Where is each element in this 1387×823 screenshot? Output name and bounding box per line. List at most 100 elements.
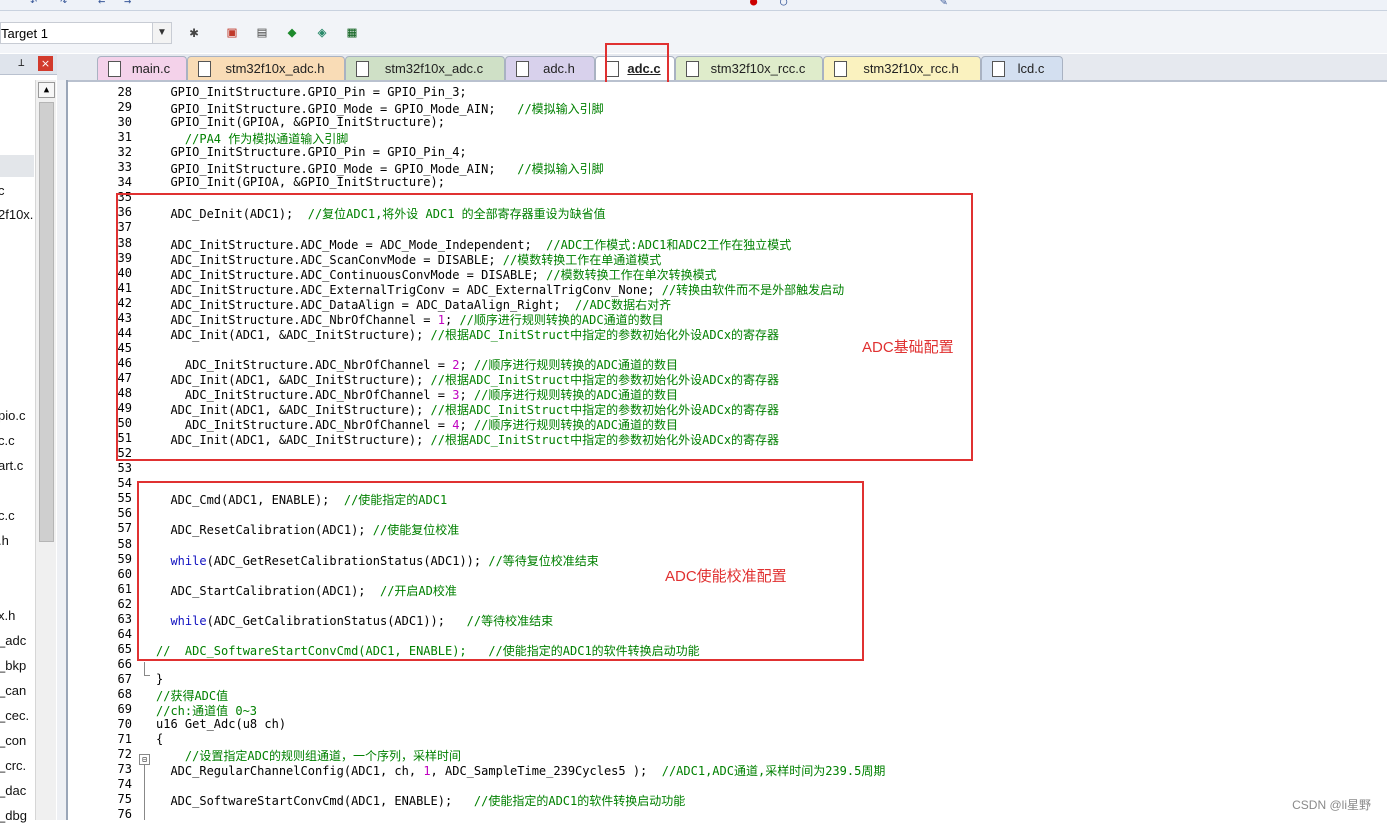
line-number: 28 bbox=[117, 85, 132, 99]
project-item[interactable]: _dbg bbox=[0, 808, 27, 823]
project-item[interactable]: c.c bbox=[0, 508, 15, 523]
code-line[interactable]: u16 Get_Adc(u8 ch) bbox=[156, 717, 286, 731]
line-number: 54 bbox=[117, 476, 132, 491]
tab-label: stm32f10x_rcc.c bbox=[710, 61, 806, 76]
pack-icon[interactable]: ◈ bbox=[312, 22, 332, 42]
line-number: 73 bbox=[117, 762, 132, 777]
project-item[interactable]: art.c bbox=[0, 458, 23, 473]
line-number: 57 bbox=[117, 521, 132, 536]
enable-calib-annotation: ADC使能校准配置 bbox=[665, 568, 787, 585]
basic-config-annotation: ADC基础配置 bbox=[862, 339, 954, 356]
main-toolbar: ↶ ↷ ← → ● ○ ✎ bbox=[0, 0, 1387, 11]
tab-stm32f10x-adc-h[interactable]: stm32f10x_adc.h bbox=[187, 56, 345, 80]
line-number: 34 bbox=[117, 175, 132, 190]
line-number: 59 bbox=[117, 551, 132, 566]
active-tab-highlight-box bbox=[605, 43, 669, 85]
code-line[interactable]: GPIO_InitStructure.GPIO_Pin = GPIO_Pin_4… bbox=[156, 145, 466, 159]
code-line[interactable]: } bbox=[156, 672, 163, 686]
line-number: 56 bbox=[117, 506, 132, 521]
tab-label: adc.h bbox=[543, 61, 575, 76]
line-number: 53 bbox=[117, 461, 132, 476]
project-item[interactable]: _adc bbox=[0, 633, 26, 648]
fold-end-marker bbox=[144, 675, 150, 676]
target-select[interactable]: Target 1 ▼ bbox=[0, 22, 172, 44]
line-number: 30 bbox=[117, 115, 132, 130]
line-number: 60 bbox=[117, 566, 132, 581]
forward-icon[interactable]: → bbox=[124, 0, 138, 8]
tab-stm32f10x-rcc-h[interactable]: stm32f10x_rcc.h bbox=[823, 56, 981, 80]
line-number: 74 bbox=[117, 777, 132, 792]
tab-main-c[interactable]: main.c bbox=[97, 56, 187, 80]
fold-guide bbox=[144, 662, 145, 675]
magic-wand-icon[interactable]: ✱ bbox=[184, 22, 204, 42]
tab-label: stm32f10x_rcc.h bbox=[863, 61, 959, 76]
line-number: 64 bbox=[117, 626, 132, 641]
fold-guide bbox=[144, 764, 145, 820]
tab-label: stm32f10x_adc.h bbox=[225, 61, 325, 76]
project-item[interactable]: _cec. bbox=[0, 708, 29, 723]
project-scrollbar[interactable]: ▲ bbox=[35, 80, 56, 820]
line-number: 66 bbox=[117, 656, 132, 671]
line-number: 58 bbox=[117, 536, 132, 551]
stack-icon[interactable]: ▤ bbox=[252, 22, 272, 42]
tab-adc-h[interactable]: adc.h bbox=[505, 56, 595, 80]
wrench-icon[interactable]: ✎ bbox=[940, 0, 954, 8]
code-line[interactable]: ADC_RegularChannelConfig(ADC1, ch, 1, AD… bbox=[156, 762, 885, 779]
project-item[interactable]: .h bbox=[0, 533, 9, 548]
line-number: 68 bbox=[117, 687, 132, 701]
tab-stm32f10x-adc-c[interactable]: stm32f10x_adc.c bbox=[345, 56, 505, 80]
chevron-down-icon[interactable]: ▼ bbox=[152, 23, 171, 43]
project-item[interactable]: c bbox=[0, 183, 5, 198]
undo-icon[interactable]: ↶ bbox=[30, 0, 44, 8]
project-item[interactable]: _crc. bbox=[0, 758, 26, 773]
back-icon[interactable]: ← bbox=[98, 0, 112, 8]
line-number: 75 bbox=[117, 792, 132, 807]
pin-icon[interactable]: ⊥ bbox=[18, 56, 25, 69]
component-icon[interactable]: ▦ bbox=[342, 22, 362, 42]
code-line[interactable]: ADC_SoftwareStartConvCmd(ADC1, ENABLE); … bbox=[156, 792, 685, 809]
line-number: 61 bbox=[117, 581, 132, 596]
code-line[interactable]: { bbox=[156, 732, 163, 746]
project-item[interactable]: _dac bbox=[0, 783, 26, 798]
project-item[interactable]: x.h bbox=[0, 608, 15, 623]
scroll-thumb[interactable] bbox=[39, 102, 54, 542]
build-toolbar bbox=[0, 11, 1387, 53]
line-number: 55 bbox=[117, 491, 132, 506]
scroll-up-icon[interactable]: ▲ bbox=[38, 82, 55, 98]
code-line[interactable]: GPIO_InitStructure.GPIO_Pin = GPIO_Pin_3… bbox=[156, 85, 466, 99]
selected-row bbox=[0, 155, 34, 177]
project-item[interactable]: _con bbox=[0, 733, 26, 748]
project-pane-header: ⊥ × bbox=[0, 54, 57, 75]
line-number: 70 bbox=[117, 717, 132, 732]
code-line[interactable]: GPIO_Init(GPIOA, &GPIO_InitStructure); bbox=[156, 115, 445, 129]
project-item[interactable]: _bkp bbox=[0, 658, 26, 673]
watermark: CSDN @li星野 bbox=[1292, 798, 1371, 812]
tab-label: stm32f10x_adc.c bbox=[384, 61, 484, 76]
line-number: 32 bbox=[117, 145, 132, 160]
line-number: 33 bbox=[117, 160, 132, 175]
target-select-label: Target 1 bbox=[1, 26, 48, 41]
manage-components-icon[interactable]: ▣ bbox=[222, 22, 242, 42]
code-line[interactable]: GPIO_Init(GPIOA, &GPIO_InitStructure); bbox=[156, 175, 445, 189]
line-number: 31 bbox=[117, 130, 132, 145]
editor-tab-strip: main.c stm32f10x_adc.h stm32f10x_adc.c a… bbox=[57, 54, 1387, 82]
tab-lcd-c[interactable]: lcd.c bbox=[981, 56, 1063, 80]
project-item[interactable]: pio.c bbox=[0, 408, 25, 423]
project-item[interactable]: 2f10x. bbox=[0, 207, 33, 222]
line-number: 62 bbox=[117, 596, 132, 611]
tab-label: lcd.c bbox=[1017, 61, 1045, 76]
line-number: 65 bbox=[117, 641, 132, 656]
line-number: 72 bbox=[117, 747, 132, 762]
line-number: 63 bbox=[117, 611, 132, 626]
circle-icon[interactable]: ○ bbox=[780, 0, 794, 8]
basic-config-highlight-box bbox=[116, 193, 973, 461]
diamond-icon[interactable]: ◆ bbox=[282, 22, 302, 42]
close-icon[interactable]: × bbox=[38, 56, 53, 71]
tab-stm32f10x-rcc-c[interactable]: stm32f10x_rcc.c bbox=[675, 56, 823, 80]
line-number: 71 bbox=[117, 732, 132, 747]
stop-icon[interactable]: ● bbox=[750, 0, 764, 8]
redo-icon[interactable]: ↷ bbox=[60, 0, 74, 8]
line-number: 29 bbox=[117, 100, 132, 115]
project-item[interactable]: c.c bbox=[0, 433, 15, 448]
project-item[interactable]: _can bbox=[0, 683, 26, 698]
